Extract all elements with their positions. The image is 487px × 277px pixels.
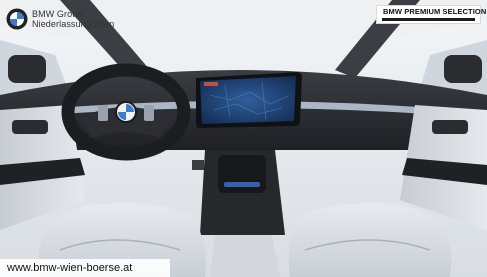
side-mirror-right (444, 55, 482, 83)
car-interior-photo: BMW Group Niederlassung Wien BMW PREMIUM… (0, 0, 487, 277)
steering-wheel-controls-left (98, 105, 108, 121)
premium-selection-title: BMW PREMIUM SELECTION (383, 7, 487, 16)
dealer-name: BMW Group Niederlassung Wien (32, 9, 114, 29)
screen-status-indicator (204, 82, 218, 86)
premium-selection-badge: BMW PREMIUM SELECTION (376, 5, 486, 24)
steering-wheel-controls-right (144, 105, 154, 121)
website-url: www.bmw-wien-boerse.at (7, 262, 133, 274)
center-armrest (210, 235, 280, 277)
side-mirror-left (8, 55, 46, 83)
dealer-logo: BMW Group Niederlassung Wien (6, 8, 114, 30)
premium-selection-bar (382, 18, 475, 21)
console-glow (224, 182, 260, 187)
dealer-line1: BMW Group (32, 9, 83, 19)
door-handle-right (432, 120, 468, 134)
console-buttons (192, 160, 204, 170)
url-footer: www.bmw-wien-boerse.at (0, 259, 170, 277)
door-handle-left (12, 120, 48, 134)
interior-scene (0, 0, 487, 277)
wireless-charging-tray (218, 155, 266, 193)
bmw-roundel-icon (6, 8, 28, 30)
dealer-line2: Niederlassung Wien (32, 19, 115, 29)
